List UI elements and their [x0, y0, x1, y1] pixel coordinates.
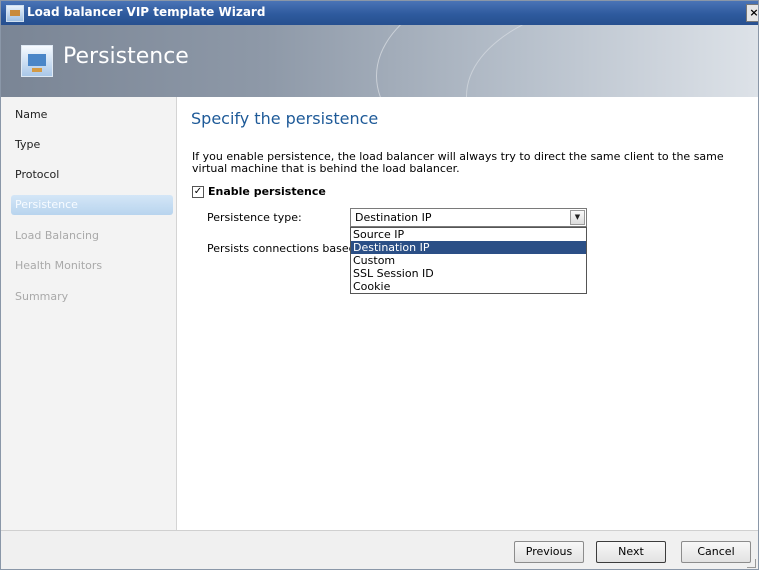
header-banner: Persistence — [1, 25, 758, 97]
page-title: Persistence — [63, 44, 189, 69]
persistence-type-dropdown-list[interactable]: Source IP Destination IP Custom SSL Sess… — [350, 227, 587, 294]
main-content: Specify the persistence If you enable pe… — [177, 97, 758, 530]
cancel-button[interactable]: Cancel — [681, 541, 751, 563]
persists-connections-label: Persists connections based on — [207, 242, 373, 255]
enable-persistence-label[interactable]: Enable persistence — [208, 185, 326, 198]
wizard-page-icon — [21, 45, 53, 77]
nav-item-persistence[interactable]: Persistence — [11, 195, 173, 215]
persistence-type-combobox[interactable]: Destination IP ▼ — [350, 208, 587, 227]
persistence-type-label: Persistence type: — [207, 211, 302, 224]
enable-persistence-checkbox[interactable]: ✓ — [192, 186, 204, 198]
window-title: Load balancer VIP template Wizard — [27, 5, 266, 19]
resize-grip[interactable] — [747, 559, 756, 568]
chevron-down-icon[interactable]: ▼ — [570, 210, 585, 225]
banner-decoration — [466, 25, 758, 97]
option-cookie[interactable]: Cookie — [351, 280, 586, 293]
close-icon[interactable]: × — [746, 4, 758, 22]
next-button[interactable]: Next — [596, 541, 666, 563]
option-destination-ip[interactable]: Destination IP — [351, 241, 586, 254]
nav-item-load-balancing: Load Balancing — [15, 229, 99, 242]
nav-item-protocol[interactable]: Protocol — [15, 165, 175, 185]
wizard-footer: Previous Next Cancel — [1, 530, 758, 569]
option-source-ip[interactable]: Source IP — [351, 228, 586, 241]
previous-button[interactable]: Previous — [514, 541, 584, 563]
nav-item-health-monitors: Health Monitors — [15, 259, 103, 272]
app-icon — [6, 5, 24, 22]
nav-item-name[interactable]: Name — [15, 105, 175, 125]
description-text: If you enable persistence, the load bala… — [192, 150, 724, 175]
persistence-type-value[interactable]: Destination IP — [355, 211, 432, 224]
nav-item-summary: Summary — [15, 290, 69, 303]
wizard-steps-nav: Name Type Protocol Persistence Load Bala… — [1, 97, 177, 530]
nav-item-type[interactable]: Type — [15, 135, 175, 155]
option-custom[interactable]: Custom — [351, 254, 586, 267]
wizard-window: Load balancer VIP template Wizard × Pers… — [0, 0, 759, 570]
option-ssl-session-id[interactable]: SSL Session ID — [351, 267, 586, 280]
section-heading: Specify the persistence — [191, 109, 379, 128]
title-bar[interactable]: Load balancer VIP template Wizard × — [1, 1, 758, 25]
